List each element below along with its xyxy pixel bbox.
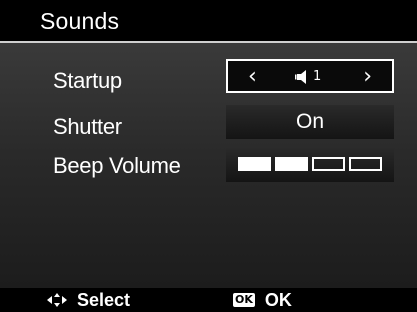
volume-bar-4 xyxy=(349,157,382,171)
beep-volume-selector[interactable] xyxy=(226,148,394,182)
left-arrow-icon[interactable]: ‹ xyxy=(248,63,257,91)
title-bar: Sounds xyxy=(0,0,417,43)
four-way-nav-icon xyxy=(47,293,67,307)
shutter-label: Shutter xyxy=(53,114,122,139)
right-arrow-icon[interactable]: › xyxy=(363,63,372,91)
shutter-value: On xyxy=(295,110,324,133)
startup-sound-number: 1 xyxy=(313,69,322,84)
volume-bar-1 xyxy=(238,157,271,171)
ok-hint-label: OK xyxy=(264,290,292,310)
shutter-selector[interactable]: On xyxy=(226,105,394,139)
volume-bar-3 xyxy=(312,157,345,171)
bottom-hint-bar: Select OK OK xyxy=(0,288,417,312)
startup-label: Startup xyxy=(53,68,122,93)
camera-menu-screen: Sounds Startup ‹ 1 › Shutter On Beep Vol… xyxy=(0,0,417,312)
select-hint: Select xyxy=(47,288,130,312)
speaker-icon xyxy=(295,70,306,84)
startup-value: 1 xyxy=(294,67,321,87)
select-hint-label: Select xyxy=(77,290,131,310)
volume-bar-2 xyxy=(275,157,308,171)
ok-button-icon: OK xyxy=(233,293,255,307)
volume-level-indicator xyxy=(238,157,382,171)
beep-volume-label: Beep Volume xyxy=(53,153,181,178)
page-title: Sounds xyxy=(40,8,120,34)
ok-hint: OK OK xyxy=(233,288,292,312)
startup-selector[interactable]: ‹ 1 › xyxy=(226,59,394,93)
